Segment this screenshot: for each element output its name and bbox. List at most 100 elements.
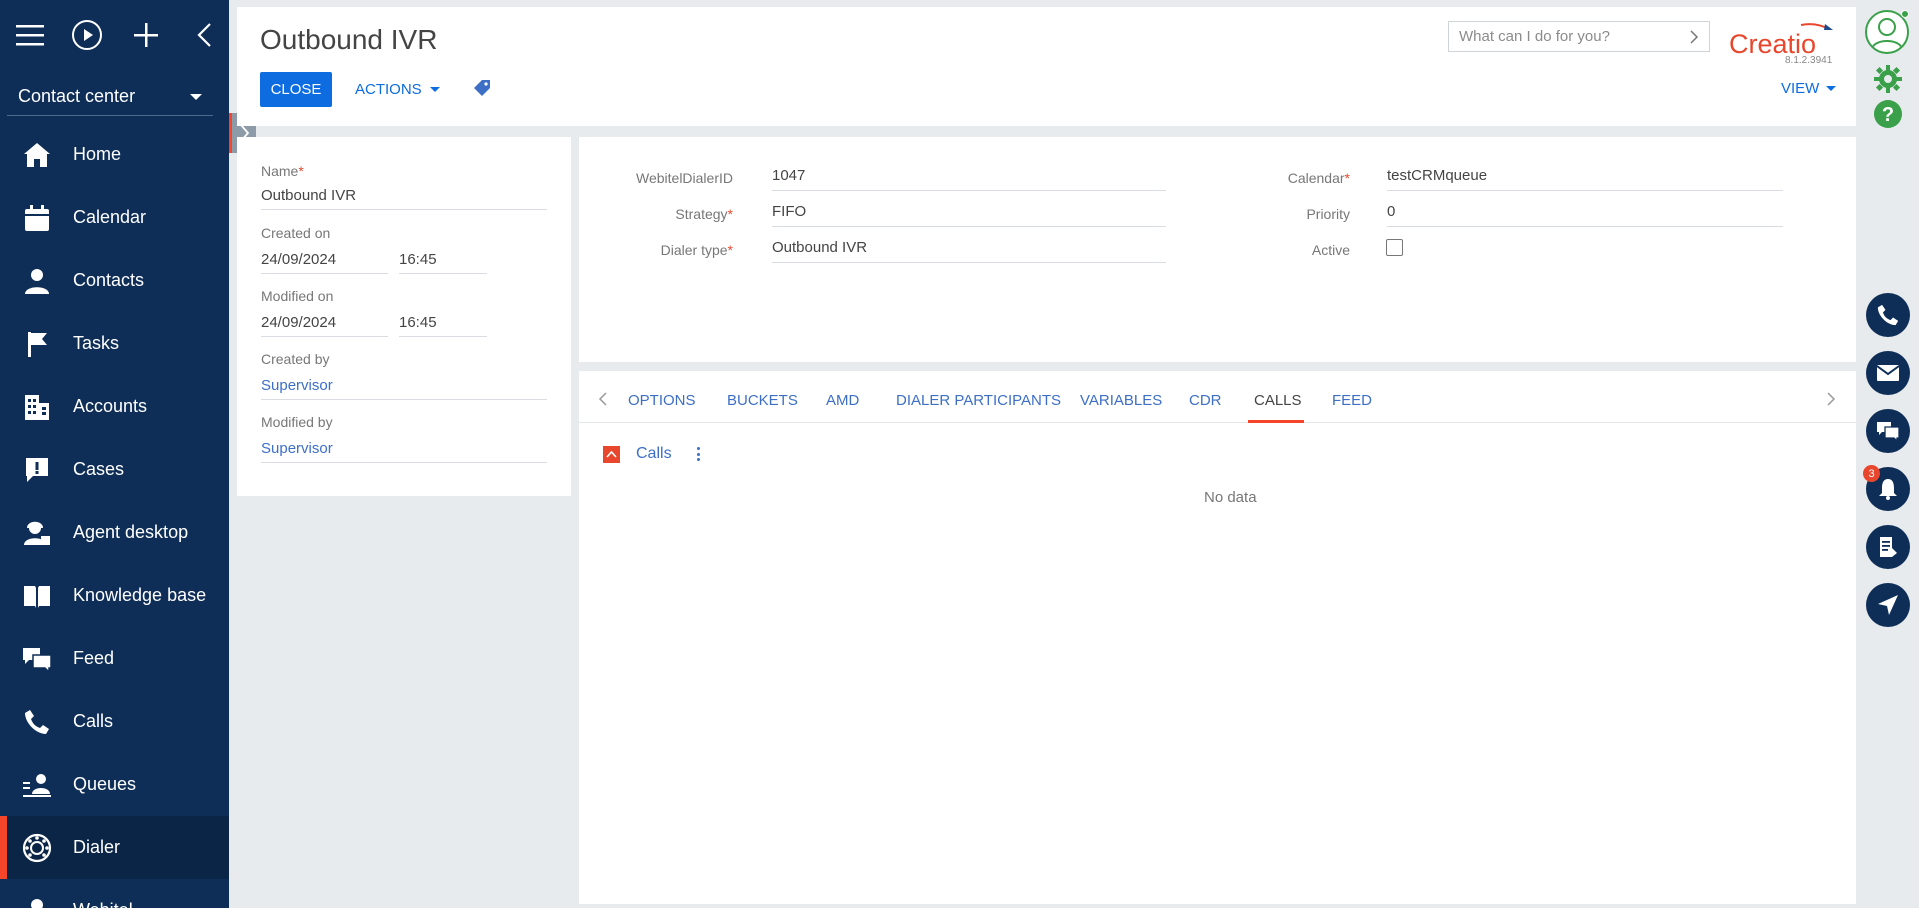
dialer-type-label: Dialer type*: [660, 242, 733, 258]
sidebar-item-accounts[interactable]: Accounts: [0, 375, 229, 438]
created-on-time-field[interactable]: 16:45: [399, 251, 487, 274]
sidebar-item-label: Contacts: [73, 270, 145, 290]
modified-on-time-field[interactable]: 16:45: [399, 314, 487, 337]
dialer-type-field[interactable]: Outbound IVR: [772, 233, 1166, 263]
add-icon[interactable]: [129, 18, 163, 52]
view-button[interactable]: VIEW: [1781, 80, 1837, 97]
sidebar-item-webitel[interactable]: Webitel: [0, 879, 229, 908]
sidebar-item-label: Home: [73, 144, 122, 164]
modified-on-label: Modified on: [261, 288, 334, 304]
sidebar-item-label: Queues: [73, 774, 137, 794]
webitel-dialer-id-label: WebitelDialerID: [636, 170, 733, 186]
webitel-icon: [22, 896, 52, 908]
tab-options[interactable]: OPTIONS: [628, 392, 696, 409]
tab-bar: OPTIONS BUCKETS AMD DIALER PARTICIPANTS …: [579, 371, 1856, 423]
calendar-field[interactable]: testCRMqueue: [1387, 161, 1783, 191]
search-placeholder: What can I do for you?: [1459, 28, 1610, 45]
sidebar-item-tasks[interactable]: Tasks: [0, 312, 229, 375]
book-icon: [22, 581, 52, 611]
dialer-fields-panel: WebitelDialerID 1047 Strategy* FIFO Dial…: [579, 137, 1856, 362]
more-options-icon[interactable]: [694, 445, 704, 463]
webitel-dialer-id-field[interactable]: 1047: [772, 161, 1166, 191]
sidebar-item-dialer[interactable]: Dialer: [0, 816, 229, 879]
strategy-field[interactable]: FIFO: [772, 197, 1166, 227]
active-label: Active: [1311, 242, 1350, 258]
document-icon[interactable]: [1866, 525, 1910, 569]
sidebar-top-toolbar: [0, 0, 229, 72]
actions-label: ACTIONS: [355, 81, 422, 98]
communication-panel: ? 3: [1856, 0, 1919, 908]
sidebar-item-contacts[interactable]: Contacts: [0, 249, 229, 312]
online-status-dot: [1901, 10, 1909, 18]
calendar-label: Calendar*: [1287, 170, 1350, 186]
tab-amd[interactable]: AMD: [826, 392, 859, 409]
play-icon[interactable]: [70, 18, 104, 52]
calls-section-title[interactable]: Calls: [636, 445, 672, 463]
created-on-date-field[interactable]: 24/09/2024: [261, 251, 388, 274]
chat-icon[interactable]: [1866, 409, 1910, 453]
flag-icon: [22, 329, 52, 359]
collapse-sidebar-icon[interactable]: [187, 18, 221, 52]
active-checkbox[interactable]: [1386, 239, 1403, 256]
modified-on-date-field[interactable]: 24/09/2024: [261, 314, 388, 337]
sidebar-item-label: Agent desktop: [73, 522, 189, 542]
sidebar-item-cases[interactable]: Cases: [0, 438, 229, 501]
sidebar-item-home[interactable]: Home: [0, 123, 229, 186]
tab-feed[interactable]: FEED: [1332, 392, 1372, 409]
sidebar-item-queues[interactable]: Queues: [0, 753, 229, 816]
phone-icon[interactable]: [1866, 293, 1910, 337]
view-label: VIEW: [1781, 80, 1820, 97]
send-icon[interactable]: [1866, 583, 1910, 627]
email-icon[interactable]: [1866, 351, 1910, 395]
collapse-section-icon[interactable]: [603, 445, 620, 463]
notification-count-badge: 3: [1863, 465, 1880, 482]
queue-icon: [22, 770, 52, 800]
tabs-scroll-left-icon[interactable]: [595, 391, 611, 407]
sidebar-item-knowledge-base[interactable]: Knowledge base: [0, 564, 229, 627]
priority-label: Priority: [1306, 206, 1350, 222]
record-info-panel: Name* Outbound IVR Created on 24/09/2024…: [237, 137, 571, 496]
calendar-icon: [22, 203, 52, 233]
name-field[interactable]: Outbound IVR: [261, 187, 547, 210]
help-icon[interactable]: ?: [1873, 99, 1903, 134]
chevron-right-icon: [1690, 29, 1699, 44]
sidebar-item-label: Cases: [73, 459, 125, 479]
building-icon: [22, 392, 52, 422]
sidebar-nav: Home Calendar Contacts Tasks Accounts Ca…: [0, 123, 229, 908]
created-by-link[interactable]: Supervisor: [261, 377, 547, 400]
tabs-scroll-right-icon[interactable]: [1823, 391, 1839, 407]
active-tab-indicator: [1248, 420, 1304, 423]
sidebar-item-agent-desktop[interactable]: Agent desktop: [0, 501, 229, 564]
sidebar-item-label: Calendar: [73, 207, 147, 227]
agent-icon: [22, 518, 52, 548]
feed-icon: [22, 644, 52, 674]
tab-variables[interactable]: VARIABLES: [1080, 392, 1162, 409]
gear-icon[interactable]: [1873, 64, 1903, 99]
sidebar-item-label: Tasks: [73, 333, 120, 353]
home-icon: [22, 140, 52, 170]
tab-cdr[interactable]: CDR: [1189, 392, 1222, 409]
sidebar-item-calendar[interactable]: Calendar: [0, 186, 229, 249]
priority-field[interactable]: 0: [1387, 197, 1783, 227]
sidebar-item-calls[interactable]: Calls: [0, 690, 229, 753]
sidebar-item-label: Feed: [73, 648, 115, 668]
workplace-selector[interactable]: Contact center: [7, 78, 213, 116]
page-title: Outbound IVR: [260, 24, 438, 55]
menu-icon[interactable]: [13, 18, 47, 52]
modified-by-link[interactable]: Supervisor: [261, 440, 547, 463]
tab-dialer-participants[interactable]: DIALER PARTICIPANTS: [896, 392, 1061, 409]
sidebar-item-feed[interactable]: Feed: [0, 627, 229, 690]
tab-calls[interactable]: CALLS: [1254, 392, 1302, 409]
case-icon: [22, 455, 52, 485]
command-search-input[interactable]: What can I do for you?: [1448, 21, 1710, 52]
close-button[interactable]: CLOSE: [260, 72, 332, 107]
sidebar-item-label: Accounts: [73, 396, 148, 416]
calls-section-header: Calls: [603, 445, 704, 463]
tag-icon[interactable]: [473, 79, 493, 99]
workplace-label: Contact center: [18, 86, 136, 106]
tab-buckets[interactable]: BUCKETS: [727, 392, 798, 409]
actions-button[interactable]: ACTIONS: [355, 72, 440, 107]
contact-icon: [22, 266, 52, 296]
chevron-down-icon: [1826, 86, 1837, 91]
created-on-label: Created on: [261, 225, 331, 241]
